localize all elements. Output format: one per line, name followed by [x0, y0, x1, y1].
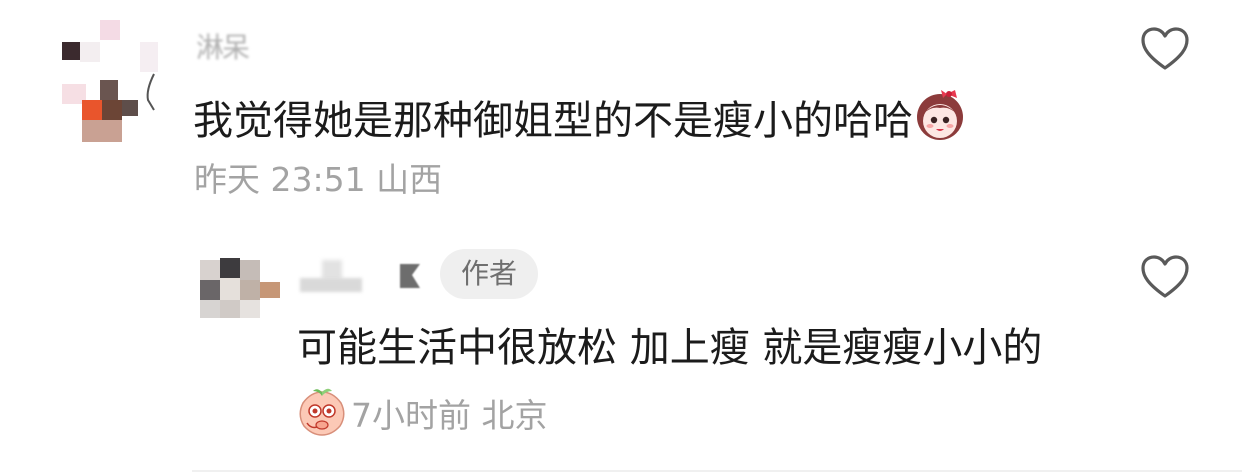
author-badge: 作者 — [440, 249, 538, 299]
comment-meta: 昨天 23:51 山西 — [194, 160, 443, 199]
author-avatar[interactable] — [198, 256, 288, 320]
heart-icon — [1141, 27, 1189, 70]
heart-icon — [1141, 255, 1189, 298]
author-flag-icon — [400, 264, 420, 288]
commenter-username[interactable]: 淋呆 — [196, 30, 250, 66]
girl-face-emoji-icon — [913, 88, 967, 142]
peach-face-emoji-icon — [297, 387, 347, 437]
comment-thread: 淋呆 我觉得她是那种御姐型的不是瘦小的哈哈 昨天 23:51 山西 作者 可能生… — [0, 0, 1242, 474]
reply-meta: 7小时前 北京 — [351, 396, 548, 435]
reply-text: 可能生活中很放松 加上瘦 就是瘦瘦小小的 7小时前 北京 — [297, 315, 1057, 449]
commenter-avatar[interactable] — [52, 14, 162, 144]
divider — [192, 470, 1242, 472]
reply-like-button[interactable] — [1140, 254, 1190, 300]
reply-text-content: 可能生活中很放松 加上瘦 就是瘦瘦小小的 — [297, 325, 1043, 371]
comment-text: 我觉得她是那种御姐型的不是瘦小的哈哈 — [193, 88, 967, 146]
comment-text-content: 我觉得她是那种御姐型的不是瘦小的哈哈 — [193, 98, 913, 144]
author-username-blurred[interactable] — [322, 260, 342, 280]
comment-like-button[interactable] — [1140, 26, 1190, 72]
author-username-blurred-bar[interactable] — [300, 278, 362, 292]
